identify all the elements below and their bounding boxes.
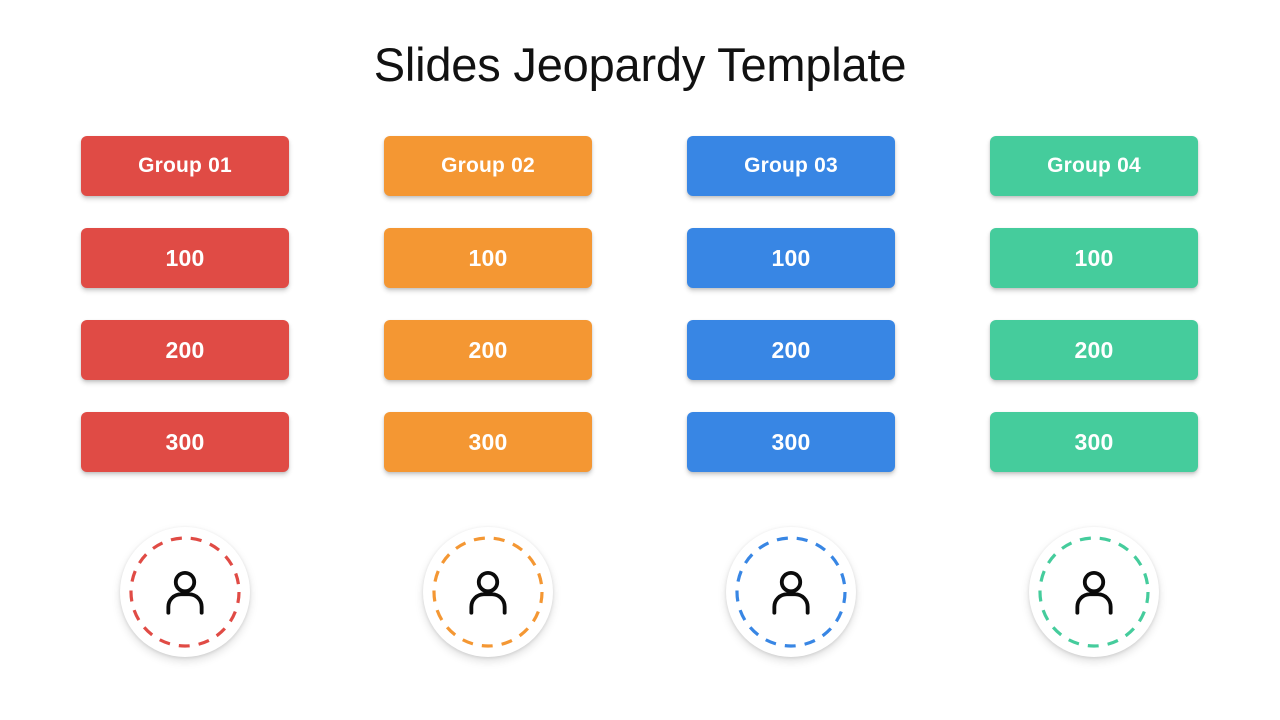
group-header-label: Group 04 (1047, 154, 1141, 177)
value-tile-group1-300[interactable]: 300 (81, 412, 289, 472)
value-tile-group2-100[interactable]: 100 (384, 228, 592, 288)
avatar-slot-group1 (81, 527, 289, 657)
value-tile-group4-200[interactable]: 200 (990, 320, 1198, 380)
group-header-1[interactable]: Group 01 (81, 136, 289, 196)
value-tile-group1-100[interactable]: 100 (81, 228, 289, 288)
value-tile-group4-300[interactable]: 300 (990, 412, 1198, 472)
value-tile-label: 100 (165, 244, 205, 271)
group-header-2[interactable]: Group 02 (384, 136, 592, 196)
group-header-label: Group 02 (441, 154, 535, 177)
value-tile-group2-200[interactable]: 200 (384, 320, 592, 380)
value-tile-label: 100 (468, 244, 508, 271)
avatar-slot-group2 (384, 527, 592, 657)
group-header-label: Group 03 (744, 154, 838, 177)
value-tile-label: 300 (468, 428, 508, 455)
avatar[interactable] (423, 527, 553, 657)
person-icon (1075, 570, 1113, 615)
person-icon (772, 570, 810, 615)
person-icon (469, 570, 507, 615)
value-tile-group3-200[interactable]: 200 (687, 320, 895, 380)
value-tile-label: 200 (468, 336, 508, 363)
value-tile-group3-100[interactable]: 100 (687, 228, 895, 288)
value-tile-group1-200[interactable]: 200 (81, 320, 289, 380)
value-tile-group4-100[interactable]: 100 (990, 228, 1198, 288)
value-tile-label: 300 (165, 428, 205, 455)
group-header-3[interactable]: Group 03 (687, 136, 895, 196)
value-tile-group2-300[interactable]: 300 (384, 412, 592, 472)
value-tile-label: 100 (771, 244, 811, 271)
avatar[interactable] (726, 527, 856, 657)
group-header-label: Group 01 (138, 154, 232, 177)
avatar-slot-group3 (687, 527, 895, 657)
page-title: Slides Jeopardy Template (373, 38, 907, 91)
person-icon (166, 570, 204, 615)
avatar[interactable] (1029, 527, 1159, 657)
team-avatars-row (81, 527, 1199, 657)
value-tile-label: 200 (1074, 336, 1114, 363)
value-tile-label: 100 (1074, 244, 1114, 271)
avatar-slot-group4 (990, 527, 1198, 657)
value-tile-label: 300 (1074, 428, 1114, 455)
group-header-4[interactable]: Group 04 (990, 136, 1198, 196)
avatar[interactable] (120, 527, 250, 657)
value-tile-label: 200 (165, 336, 205, 363)
value-tile-label: 300 (771, 428, 811, 455)
value-tile-group3-300[interactable]: 300 (687, 412, 895, 472)
jeopardy-slide: Slides Jeopardy Template Group 01 Group … (0, 0, 1280, 720)
value-tile-label: 200 (771, 336, 811, 363)
jeopardy-board: Group 01 Group 02 Group 03 Group 04 100 … (81, 136, 1199, 472)
